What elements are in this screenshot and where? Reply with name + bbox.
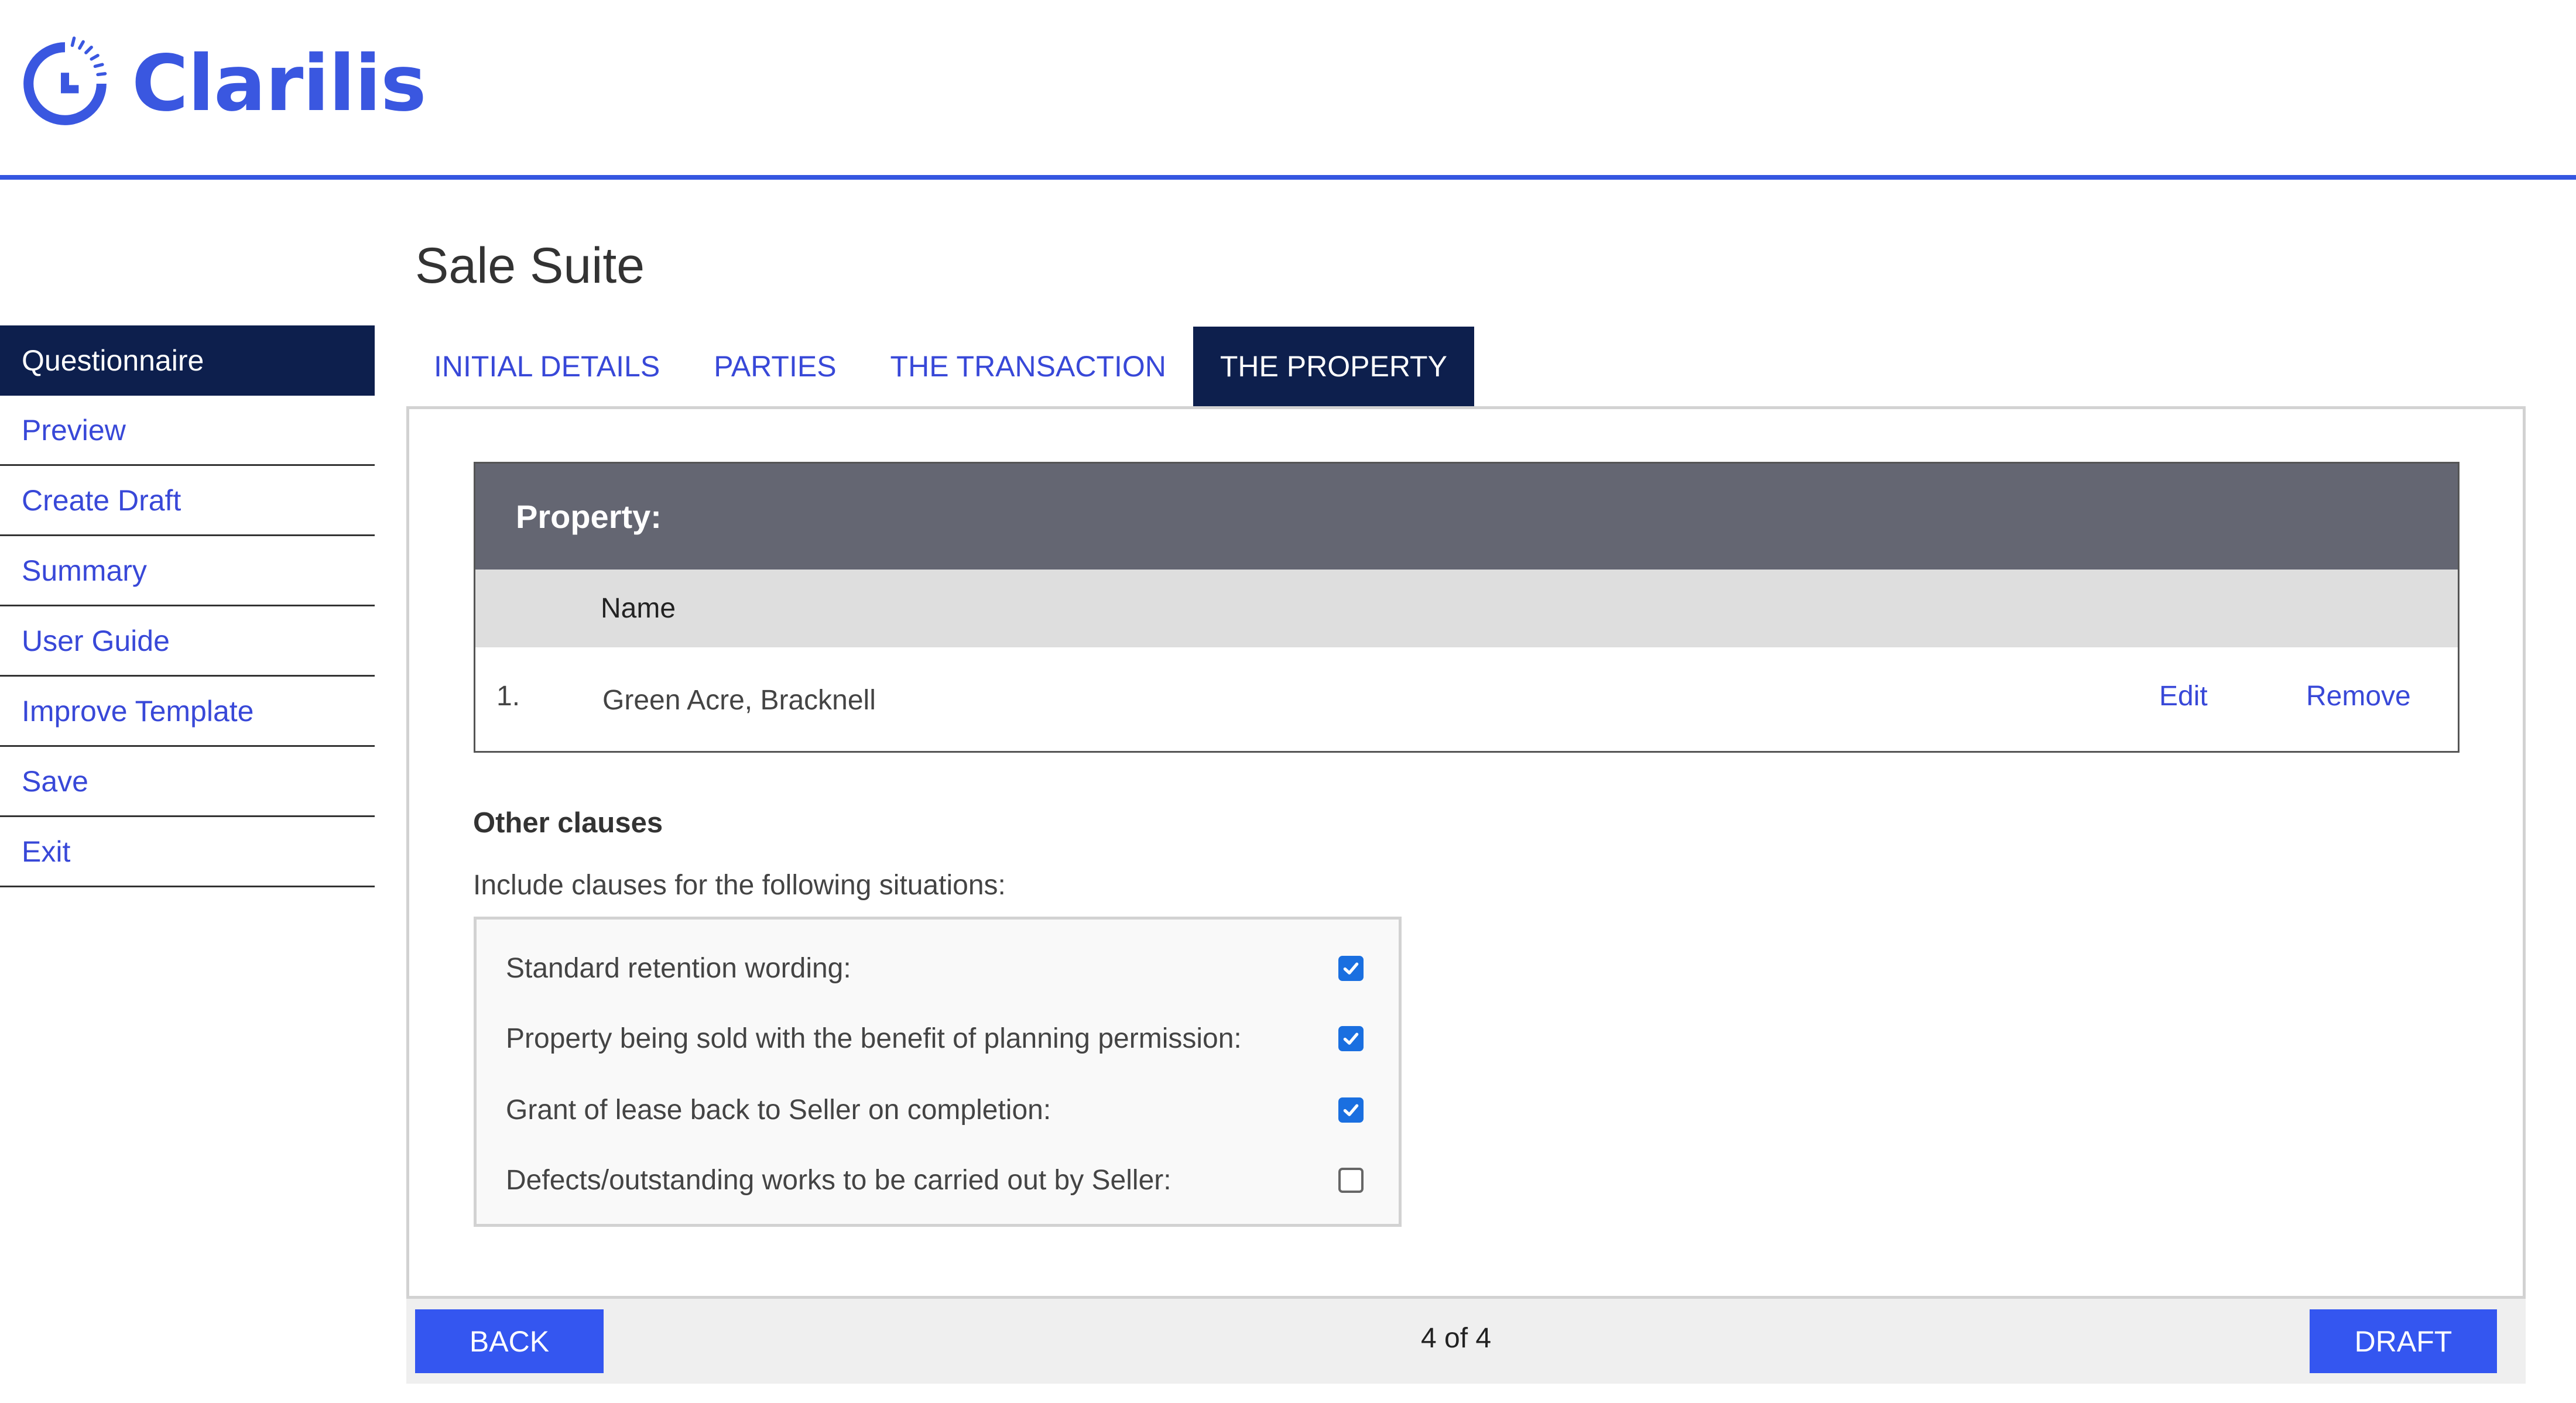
checkmark-icon	[1343, 1032, 1359, 1045]
tab-initial-details[interactable]: INITIAL DETAILS	[407, 327, 687, 406]
clarilis-logo[interactable]: Clarilis	[19, 36, 427, 131]
other-clauses-subtitle: Include clauses for the following situat…	[473, 870, 1006, 901]
clauses-box: Standard retention wording: Property bei…	[474, 917, 1402, 1227]
sidebar-nav: Questionnaire Preview Create Draft Summa…	[0, 325, 375, 887]
remove-link[interactable]: Remove	[2306, 680, 2411, 712]
tab-the-transaction[interactable]: THE TRANSACTION	[864, 327, 1193, 406]
tab-parties[interactable]: PARTIES	[687, 327, 863, 406]
other-clauses-title: Other clauses	[473, 807, 663, 839]
clause-row: Standard retention wording:	[477, 945, 1399, 992]
sidebar-item-save[interactable]: Save	[0, 747, 375, 817]
sidebar-item-exit[interactable]: Exit	[0, 817, 375, 887]
clause-label: Grant of lease back to Seller on complet…	[506, 1094, 1051, 1126]
footer-bar: BACK 4 of 4 DRAFT	[406, 1299, 2526, 1384]
row-number: 1.	[496, 681, 520, 712]
clause-row: Property being sold with the benefit of …	[477, 1015, 1399, 1062]
tab-bar: INITIAL DETAILS PARTIES THE TRANSACTION …	[407, 327, 1474, 406]
planning-permission-checkbox[interactable]	[1338, 1025, 1364, 1051]
sidebar-item-questionnaire[interactable]: Questionnaire	[0, 325, 375, 396]
clause-label: Standard retention wording:	[506, 952, 851, 984]
back-button[interactable]: BACK	[415, 1309, 604, 1373]
table-row: 1. Green Acre, Bracknell Edit Remove	[475, 647, 2458, 751]
draft-button[interactable]: DRAFT	[2310, 1309, 2497, 1373]
sidebar-item-improve-template[interactable]: Improve Template	[0, 677, 375, 747]
defects-works-checkbox[interactable]	[1338, 1167, 1364, 1193]
sidebar-item-create-draft[interactable]: Create Draft	[0, 466, 375, 536]
sidebar-item-preview[interactable]: Preview	[0, 396, 375, 466]
logo-text: Clarilis	[132, 39, 427, 129]
edit-link[interactable]: Edit	[2159, 680, 2208, 712]
clause-row: Grant of lease back to Seller on complet…	[477, 1086, 1399, 1133]
property-name: Green Acre, Bracknell	[602, 685, 876, 716]
standard-retention-checkbox[interactable]	[1338, 955, 1364, 981]
clarilis-logo-icon	[23, 36, 107, 125]
property-table: Property: Name 1. Green Acre, Bracknell …	[474, 462, 2459, 753]
sidebar-item-summary[interactable]: Summary	[0, 536, 375, 606]
name-column-header: Name	[475, 570, 2458, 647]
app-header: Clarilis	[0, 0, 2576, 180]
checkmark-icon	[1343, 1104, 1359, 1116]
property-table-heading: Property:	[475, 464, 2458, 570]
clause-label: Defects/outstanding works to be carried …	[506, 1164, 1171, 1196]
tab-the-property[interactable]: THE PROPERTY	[1193, 327, 1474, 406]
clause-label: Property being sold with the benefit of …	[506, 1023, 1242, 1054]
lease-back-checkbox[interactable]	[1338, 1097, 1364, 1123]
checkmark-icon	[1343, 962, 1359, 975]
sidebar-item-user-guide[interactable]: User Guide	[0, 606, 375, 677]
page-indicator: 4 of 4	[1421, 1323, 1492, 1354]
page-title: Sale Suite	[415, 238, 645, 294]
clause-row: Defects/outstanding works to be carried …	[477, 1157, 1399, 1203]
